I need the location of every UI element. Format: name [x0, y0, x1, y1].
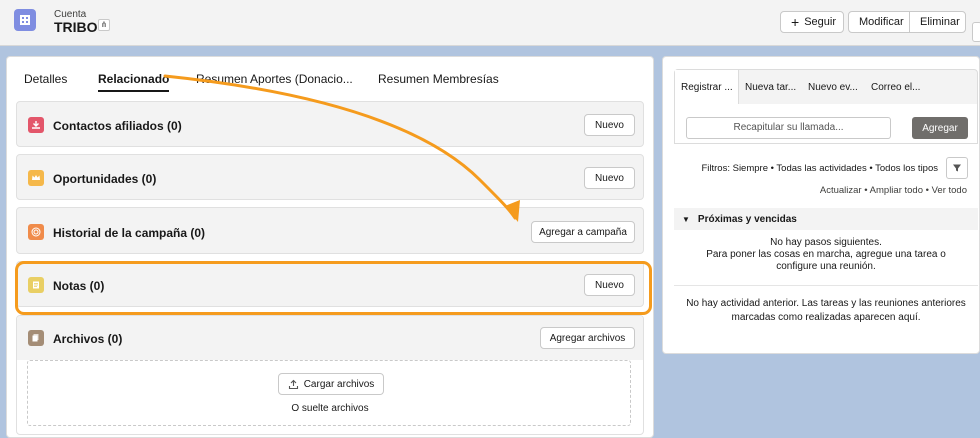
- activity-composer-tabs: Registrar ... Nueva tar... Nuevo ev... C…: [674, 69, 978, 105]
- related-list-title[interactable]: Notas (0): [53, 279, 104, 293]
- related-list-contacts: Contactos afiliados (0) Nuevo: [16, 101, 644, 147]
- add-files-button[interactable]: Agregar archivos: [540, 327, 635, 349]
- tab-log-call[interactable]: Registrar ...: [675, 70, 739, 105]
- divider: [674, 285, 978, 286]
- new-note-button[interactable]: Nuevo: [584, 274, 635, 296]
- related-list-opportunities: Oportunidades (0) Nuevo: [16, 154, 644, 200]
- account-icon: [14, 9, 36, 31]
- files-icon: [28, 330, 44, 346]
- related-list-title[interactable]: Contactos afiliados (0): [53, 119, 182, 133]
- related-list-title[interactable]: Historial de la campaña (0): [53, 226, 205, 240]
- drop-files-text: O suelte archivos: [291, 403, 369, 414]
- add-to-campaign-button[interactable]: Agregar a campaña: [531, 221, 635, 243]
- activity-links[interactable]: Actualizar • Ampliar todo • Ver todo: [663, 185, 967, 196]
- empty-line-2: Para poner las cosas en marcha, agregue …: [706, 249, 946, 272]
- activity-filters-text: Filtros: Siempre • Todas las actividades…: [701, 163, 938, 174]
- plus-icon: +: [791, 14, 800, 30]
- tab-related[interactable]: Relacionado: [98, 72, 170, 92]
- tab-memberships-summary[interactable]: Resumen Membresías: [378, 72, 499, 86]
- record-tabs: Detalles Relacionado Resumen Aportes (Do…: [7, 57, 653, 93]
- chevron-down-icon: ▼: [682, 214, 690, 224]
- follow-label: Seguir: [804, 16, 836, 28]
- utility-edge-button[interactable]: [972, 22, 980, 42]
- related-list-title[interactable]: Oportunidades (0): [53, 172, 156, 186]
- new-opportunity-button[interactable]: Nuevo: [584, 167, 635, 189]
- upload-icon: [288, 379, 298, 389]
- no-next-steps-message: No hay pasos siguientes. Para poner las …: [674, 237, 978, 273]
- upload-files-label: Cargar archivos: [303, 378, 375, 390]
- activity-composer: Recapitular su llamada... Agregar: [674, 104, 978, 144]
- section-title: Próximas y vencidas: [697, 213, 797, 225]
- no-past-activity-message: No hay actividad anterior. Las tareas y …: [686, 298, 966, 323]
- related-list-campaign-history: Historial de la campaña (0) Agregar a ca…: [16, 207, 644, 254]
- follow-button[interactable]: + Seguir: [780, 11, 844, 33]
- call-summary-input[interactable]: Recapitular su llamada...: [686, 117, 891, 139]
- tab-new-event[interactable]: Nuevo ev...: [802, 70, 864, 105]
- record-title: TRIBO: [54, 19, 98, 35]
- crown-icon: [28, 170, 44, 186]
- upcoming-overdue-section[interactable]: ▼ Próximas y vencidas: [674, 208, 978, 230]
- empty-line-1: No hay pasos siguientes.: [770, 237, 882, 248]
- note-icon: [28, 277, 44, 293]
- record-header: Cuenta TRIBO ⋔ + Seguir Modificar Elimin…: [0, 0, 980, 46]
- delete-button[interactable]: Eliminar: [909, 11, 966, 33]
- related-list-title[interactable]: Archivos (0): [53, 332, 122, 346]
- filter-icon[interactable]: [946, 157, 968, 179]
- add-activity-button[interactable]: Agregar: [912, 117, 968, 139]
- hierarchy-icon[interactable]: ⋔: [98, 19, 110, 31]
- upload-files-button[interactable]: Cargar archivos: [278, 373, 384, 395]
- tab-donations-summary[interactable]: Resumen Aportes (Donacio...: [196, 72, 353, 86]
- file-dropzone[interactable]: Cargar archivos O suelte archivos: [27, 360, 631, 426]
- related-card: Detalles Relacionado Resumen Aportes (Do…: [6, 56, 654, 438]
- tab-details[interactable]: Detalles: [24, 72, 67, 86]
- edit-button[interactable]: Modificar: [848, 11, 910, 33]
- contacts-icon: [28, 117, 44, 133]
- related-list-notes: Notas (0) Nuevo: [16, 261, 644, 307]
- activity-panel: Registrar ... Nueva tar... Nuevo ev... C…: [662, 56, 980, 354]
- new-contact-button[interactable]: Nuevo: [584, 114, 635, 136]
- tab-email[interactable]: Correo el...: [865, 70, 927, 105]
- target-icon: [28, 224, 44, 240]
- tab-new-task[interactable]: Nueva tar...: [739, 70, 801, 105]
